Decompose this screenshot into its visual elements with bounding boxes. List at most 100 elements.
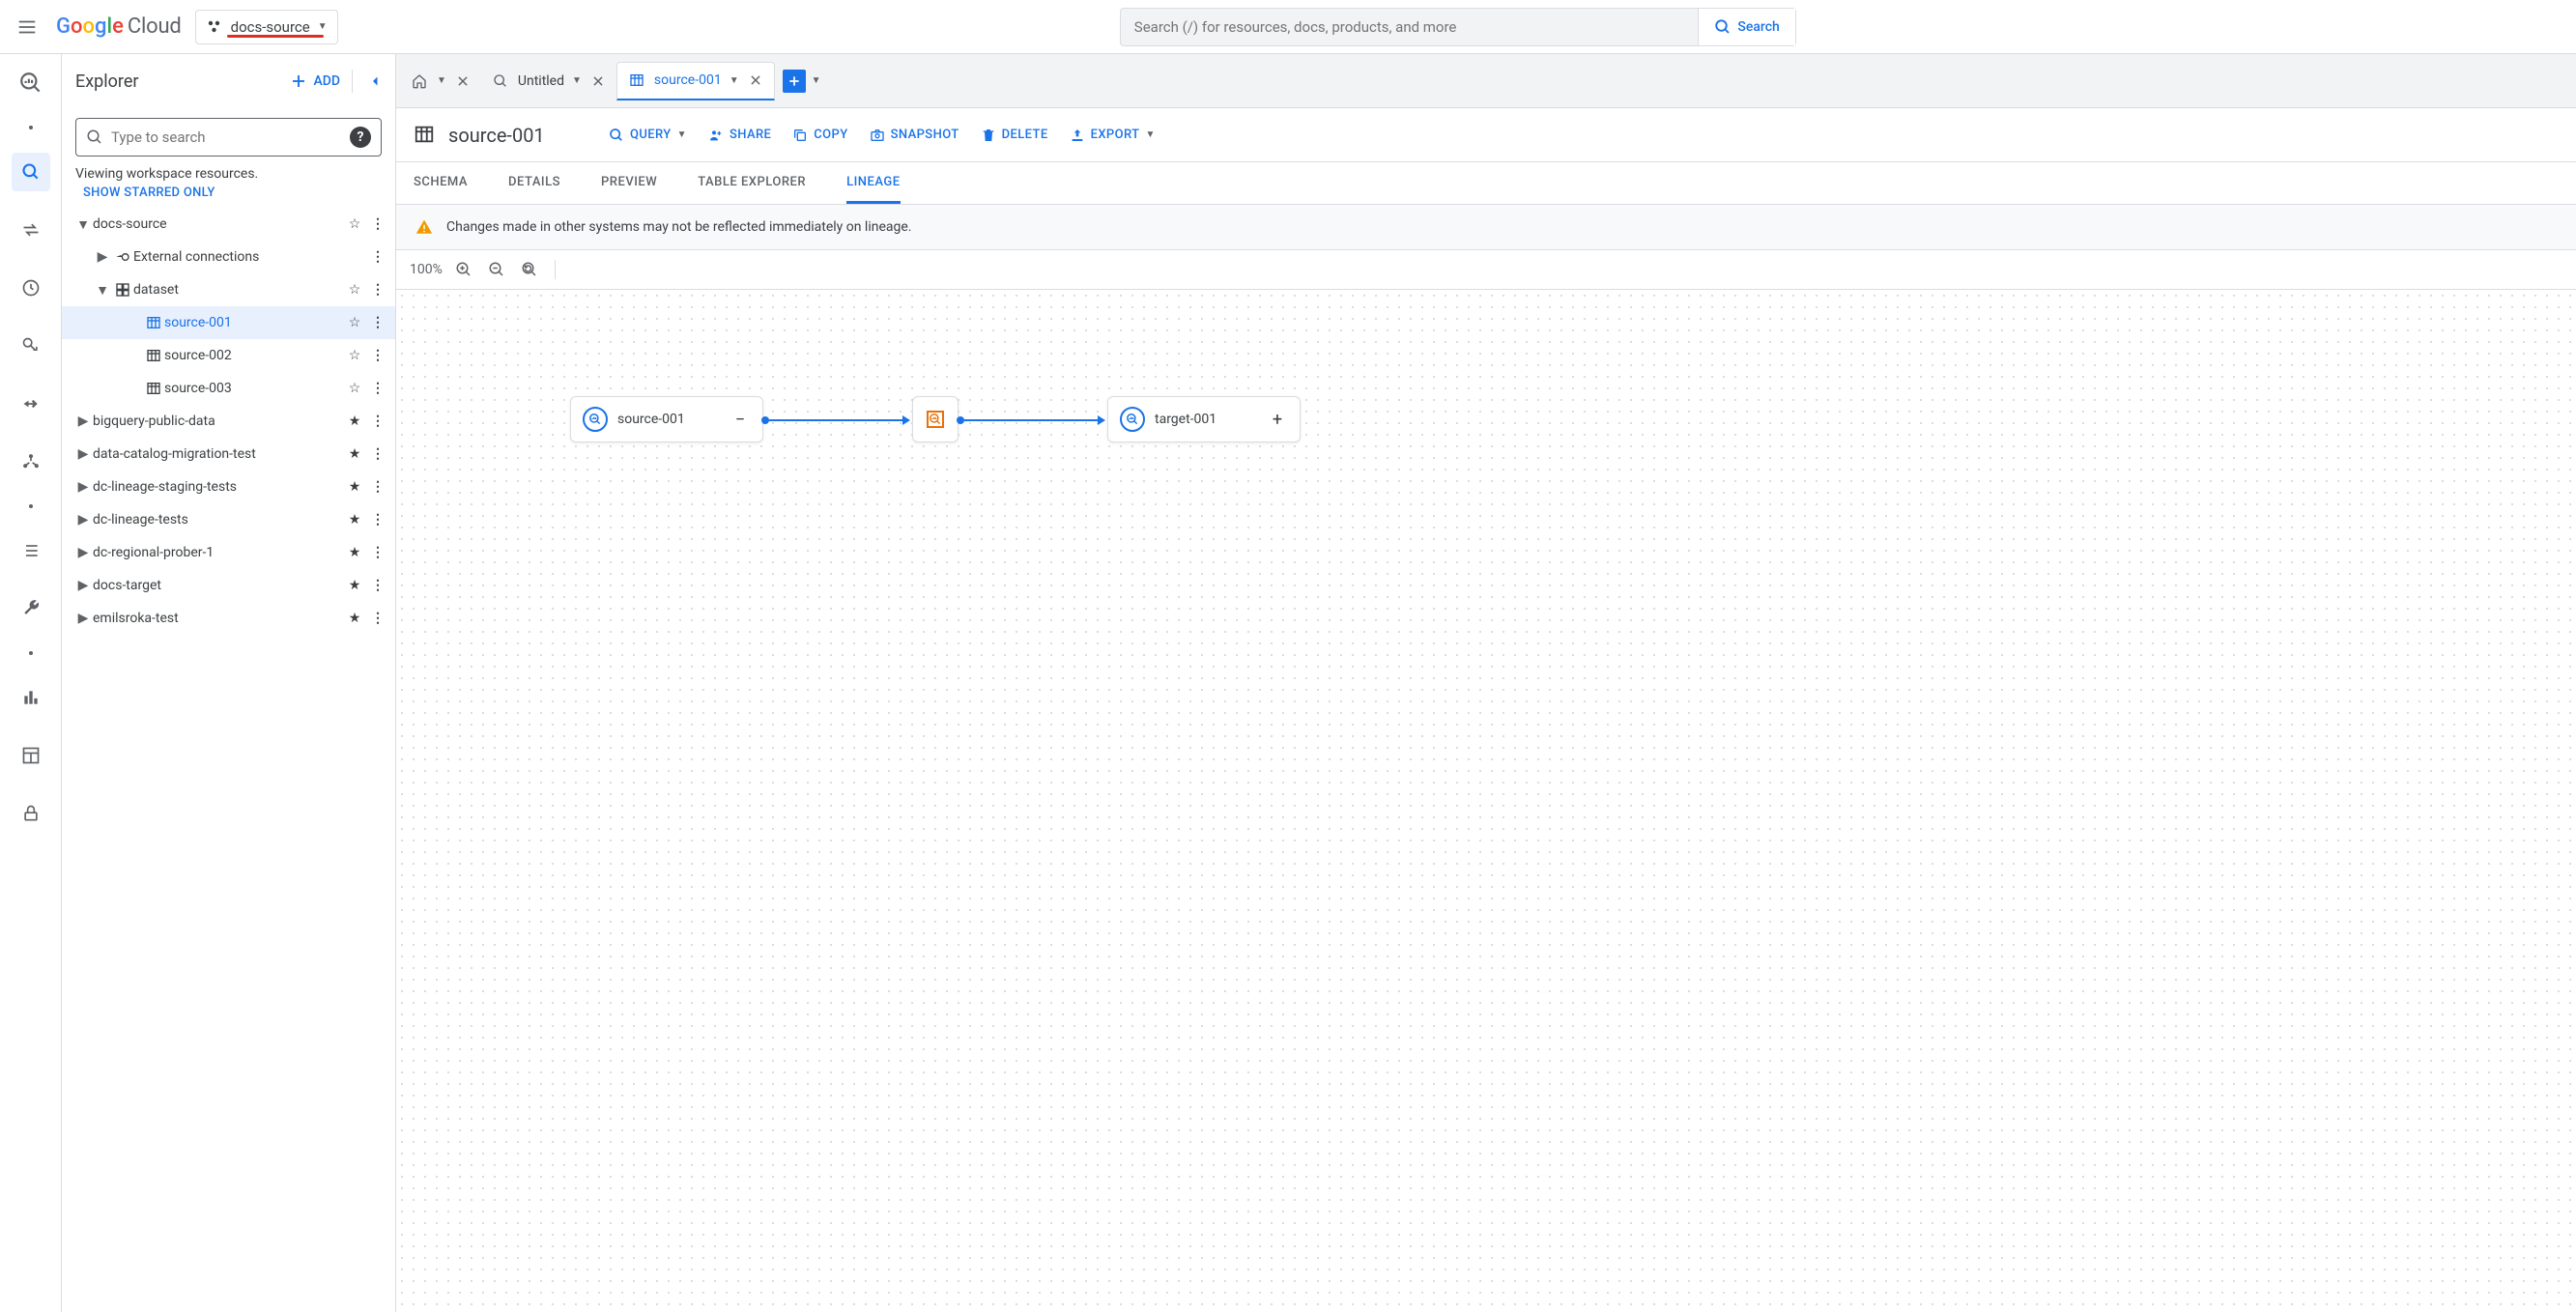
chevron-down-icon[interactable]: ▼	[73, 216, 93, 233]
more-icon[interactable]: ⋮	[368, 479, 387, 495]
tree-project-other[interactable]: ▶ emilsroka-test ★ ⋮	[62, 602, 395, 635]
star-outline-icon[interactable]: ☆	[341, 381, 368, 396]
subtab-lineage[interactable]: LINEAGE	[846, 162, 901, 204]
star-outline-icon[interactable]: ☆	[341, 282, 368, 298]
chevron-down-icon[interactable]: ▼	[572, 75, 582, 86]
project-selector[interactable]: docs-source ▼	[195, 10, 338, 44]
rail-share-icon[interactable]	[12, 442, 50, 481]
rail-transfers-icon[interactable]	[12, 211, 50, 249]
more-icon[interactable]: ⋮	[368, 249, 387, 265]
collapse-panel-icon[interactable]	[364, 72, 382, 90]
tree-project[interactable]: ▼ docs-source ☆ ⋮	[62, 208, 395, 241]
tree-project-other[interactable]: ▶ dc-lineage-tests ★ ⋮	[62, 503, 395, 536]
more-icon[interactable]: ⋮	[368, 578, 387, 593]
search-button[interactable]: Search	[1698, 9, 1794, 45]
tree-table-source-002[interactable]: source-002 ☆ ⋮	[62, 339, 395, 372]
explorer-search-input[interactable]	[111, 128, 342, 146]
more-icon[interactable]: ⋮	[368, 446, 387, 462]
rail-wrench-icon[interactable]	[12, 589, 50, 628]
expand-icon[interactable]: +	[1267, 409, 1288, 430]
close-icon[interactable]	[589, 72, 607, 90]
star-outline-icon[interactable]: ☆	[341, 348, 368, 363]
rail-scheduled-icon[interactable]	[12, 269, 50, 307]
chevron-right-icon[interactable]: ▶	[73, 479, 93, 495]
chevron-down-icon[interactable]: ▼	[93, 282, 112, 299]
tree-project-other[interactable]: ▶ dc-lineage-staging-tests ★ ⋮	[62, 471, 395, 503]
lineage-process-node[interactable]	[912, 396, 959, 442]
help-icon[interactable]: ?	[350, 127, 371, 148]
more-icon[interactable]: ⋮	[368, 414, 387, 429]
tab-source-001[interactable]: source-001 ▼	[616, 62, 775, 100]
share-button[interactable]: SHARE	[708, 128, 771, 143]
rail-lock-icon[interactable]	[12, 794, 50, 833]
close-icon[interactable]	[747, 71, 764, 89]
export-button[interactable]: EXPORT ▼	[1070, 128, 1156, 143]
star-outline-icon[interactable]: ☆	[341, 216, 368, 232]
more-icon[interactable]: ⋮	[368, 611, 387, 626]
rail-table-icon[interactable]	[12, 736, 50, 775]
lineage-canvas[interactable]: source-001 − target-001	[396, 290, 2576, 1312]
rail-bars-icon[interactable]	[12, 678, 50, 717]
lineage-node-target[interactable]: target-001 +	[1107, 396, 1301, 442]
tree-external[interactable]: ▶ External connections ⋮	[62, 241, 395, 273]
chevron-right-icon[interactable]: ▶	[73, 611, 93, 626]
star-filled-icon[interactable]: ★	[341, 446, 368, 462]
chevron-down-icon[interactable]: ▼	[730, 75, 739, 86]
rail-search-icon[interactable]	[12, 153, 50, 191]
more-icon[interactable]: ⋮	[368, 315, 387, 330]
collapse-icon[interactable]: −	[730, 409, 751, 430]
zoom-out-icon[interactable]	[485, 258, 508, 281]
tree-project-other[interactable]: ▶ dc-regional-prober-1 ★ ⋮	[62, 536, 395, 569]
google-cloud-logo[interactable]: Google Cloud	[56, 14, 182, 39]
subtab-schema[interactable]: SCHEMA	[414, 162, 468, 204]
star-filled-icon[interactable]: ★	[341, 512, 368, 528]
rail-bigquery-icon[interactable]	[12, 64, 50, 102]
star-outline-icon[interactable]: ☆	[341, 315, 368, 330]
rail-list-icon[interactable]	[12, 531, 50, 570]
lineage-node-source[interactable]: source-001 −	[570, 396, 763, 442]
chevron-right-icon[interactable]: ▶	[73, 446, 93, 462]
star-filled-icon[interactable]: ★	[341, 545, 368, 560]
more-icon[interactable]: ⋮	[368, 381, 387, 396]
query-button[interactable]: QUERY ▼	[609, 128, 687, 143]
chevron-right-icon[interactable]: ▶	[73, 414, 93, 429]
tab-untitled[interactable]: Untitled ▼	[481, 62, 616, 100]
subtab-preview[interactable]: PREVIEW	[601, 162, 657, 204]
rail-migration-icon[interactable]	[12, 385, 50, 423]
rail-analytics-icon[interactable]	[12, 327, 50, 365]
tree-project-other[interactable]: ▶ data-catalog-migration-test ★ ⋮	[62, 438, 395, 471]
tab-home[interactable]: ▼	[400, 62, 481, 100]
new-tab-button[interactable]	[783, 70, 806, 93]
chevron-right-icon[interactable]: ▶	[73, 578, 93, 593]
tree-dataset[interactable]: ▼ dataset ☆ ⋮	[62, 273, 395, 306]
more-icon[interactable]: ⋮	[368, 512, 387, 528]
zoom-reset-icon[interactable]	[518, 258, 541, 281]
star-filled-icon[interactable]: ★	[341, 611, 368, 626]
chevron-down-icon[interactable]: ▼	[437, 75, 446, 86]
tree-table-source-001[interactable]: source-001 ☆ ⋮	[62, 306, 395, 339]
more-icon[interactable]: ⋮	[368, 216, 387, 232]
star-filled-icon[interactable]: ★	[341, 578, 368, 593]
tree-project-other[interactable]: ▶ bigquery-public-data ★ ⋮	[62, 405, 395, 438]
tree-table-source-003[interactable]: source-003 ☆ ⋮	[62, 372, 395, 405]
chevron-right-icon[interactable]: ▶	[73, 512, 93, 528]
search-input[interactable]	[1121, 18, 1699, 36]
zoom-in-icon[interactable]	[452, 258, 475, 281]
chevron-right-icon[interactable]: ▶	[93, 249, 112, 265]
more-icon[interactable]: ⋮	[368, 348, 387, 363]
more-icon[interactable]: ⋮	[368, 282, 387, 298]
hamburger-menu-icon[interactable]	[12, 12, 43, 43]
snapshot-button[interactable]: SNAPSHOT	[870, 128, 959, 143]
add-button[interactable]: ADD	[290, 72, 340, 90]
copy-button[interactable]: COPY	[792, 128, 847, 143]
star-filled-icon[interactable]: ★	[341, 479, 368, 495]
more-icon[interactable]: ⋮	[368, 545, 387, 560]
star-filled-icon[interactable]: ★	[341, 414, 368, 429]
show-starred-link[interactable]: SHOW STARRED ONLY	[62, 184, 395, 208]
chevron-right-icon[interactable]: ▶	[73, 545, 93, 560]
delete-button[interactable]: DELETE	[981, 128, 1048, 143]
close-icon[interactable]	[454, 72, 472, 90]
new-tab-dropdown-icon[interactable]: ▼	[812, 75, 821, 86]
subtab-details[interactable]: DETAILS	[508, 162, 560, 204]
subtab-table-explorer[interactable]: TABLE EXPLORER	[698, 162, 806, 204]
